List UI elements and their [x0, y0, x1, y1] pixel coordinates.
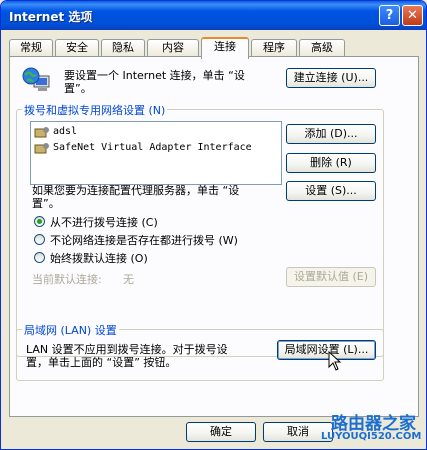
dialup-group-label: 拨号和虚拟专用网络设置 (N): [22, 102, 168, 118]
radio-selected-dot: [37, 219, 42, 224]
setup-text-line2: 置”。: [64, 82, 92, 95]
proxy-text-line2: 置”。: [32, 197, 60, 210]
window-title: Internet 选项: [9, 10, 93, 24]
help-button[interactable]: ?: [379, 5, 400, 26]
connections-panel: 要设置一个 Internet 连接，单击 “设 置”。 建立连接 (U)... …: [9, 56, 419, 417]
tab-security[interactable]: 安全: [55, 39, 99, 57]
ok-button[interactable]: 确定: [186, 422, 256, 442]
current-default-value: 无: [123, 273, 134, 286]
add-button[interactable]: 添加 (D)...: [286, 124, 376, 144]
connection-item-adsl[interactable]: adsl: [53, 126, 77, 137]
lan-group-label: 局域网 (LAN) 设置: [22, 322, 119, 338]
connections-list[interactable]: adsl SafeNet Virtual Adapter Interface: [30, 121, 282, 185]
close-button[interactable]: ✕: [402, 5, 423, 26]
internet-options-dialog: Internet 选项 ? ✕ 常规 安全 隐私 内容 连接 程序 高级 要设置…: [0, 0, 427, 450]
set-default-button[interactable]: 设置默认值 (E): [286, 267, 376, 287]
radio-dial-whenever[interactable]: [34, 234, 45, 245]
tab-connections[interactable]: 连接: [201, 37, 249, 59]
dialup-connection-icon: [34, 126, 50, 143]
watermark-url: LUYOUQI520.COM: [321, 431, 422, 442]
tab-advanced[interactable]: 高级: [299, 39, 345, 57]
proxy-text-line1: 如果您要为连接配置代理服务器，单击 “设: [32, 184, 240, 197]
radio-always-dial-default[interactable]: [34, 252, 45, 263]
radio-never-dial[interactable]: [34, 216, 45, 227]
setup-button[interactable]: 建立连接 (U)...: [286, 68, 376, 88]
lan-text-line2: 置，单击上面的 “设置” 按钮。: [26, 356, 177, 369]
lan-settings-button[interactable]: 局域网设置 (L)...: [277, 340, 376, 360]
settings-button[interactable]: 设置 (S)...: [286, 181, 376, 201]
current-default-label: 当前默认连接:: [32, 273, 102, 286]
tab-general[interactable]: 常规: [9, 39, 53, 57]
option-never-dial-label[interactable]: 从不进行拨号连接 (C): [50, 214, 158, 230]
mouse-cursor-icon: [328, 350, 342, 374]
globe-computer-icon: [22, 67, 50, 96]
delete-button[interactable]: 删除 (R): [286, 153, 376, 173]
title-bar[interactable]: Internet 选项 ? ✕: [1, 1, 426, 30]
vpn-connection-icon: [34, 142, 50, 159]
option-dial-whenever-label[interactable]: 不论网络连接是否存在都进行拨号 (W): [50, 232, 238, 248]
tab-programs[interactable]: 程序: [251, 39, 297, 57]
tab-privacy[interactable]: 隐私: [101, 39, 145, 57]
tab-content[interactable]: 内容: [147, 39, 199, 57]
connection-item-safenet[interactable]: SafeNet Virtual Adapter Interface: [53, 142, 252, 153]
option-always-dial-label[interactable]: 始终拨默认连接 (O): [50, 250, 148, 266]
